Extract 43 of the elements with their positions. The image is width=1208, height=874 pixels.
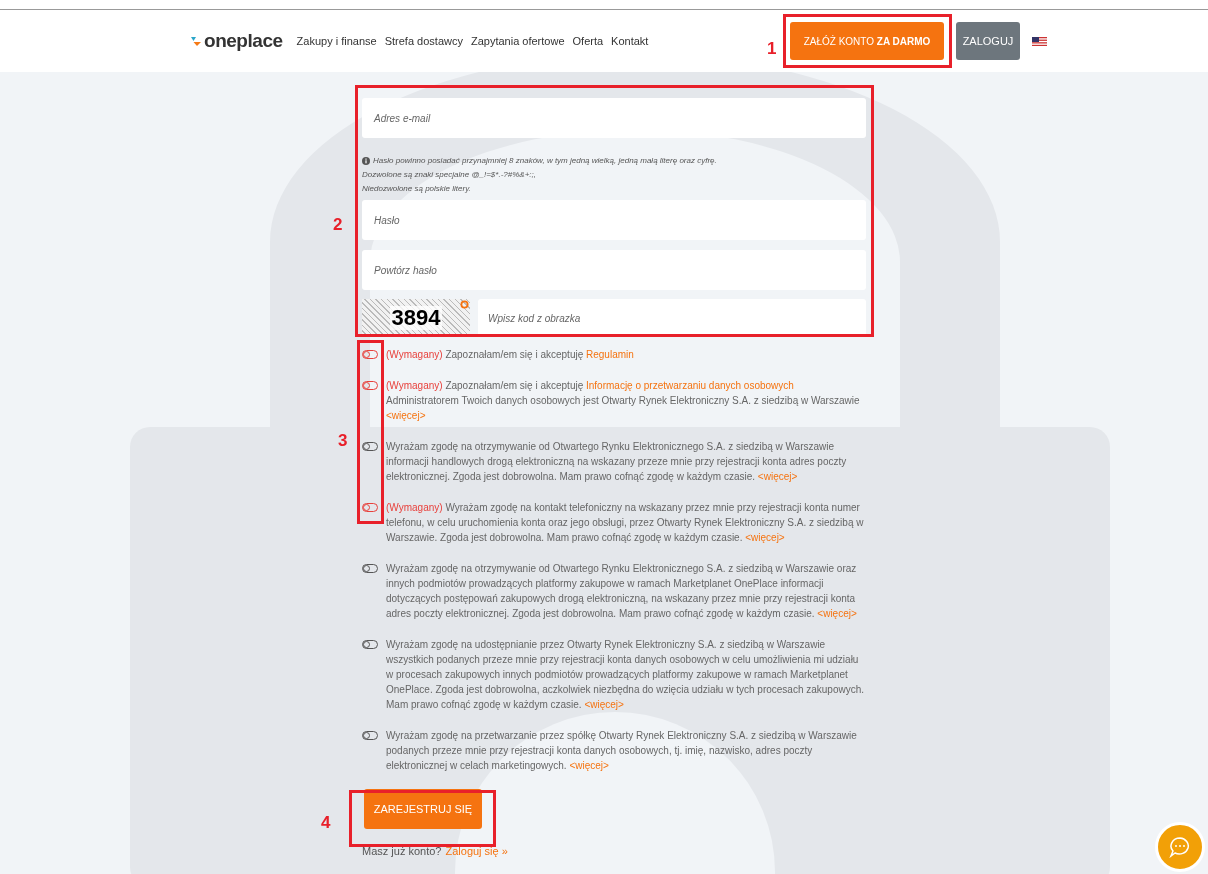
email-field[interactable]: Adres e-mail	[362, 98, 866, 138]
password-hint: Dozwolone są znaki specjalne @_!=$*.-?#%&+:;,	[362, 169, 536, 181]
captcha-field[interactable]: Wpisz kod z obrazka	[478, 299, 866, 337]
consent-text: Wyrażam zgodę na przetwarzanie przez spółkę Otwarty Rynek Elektroniczny S.A. z siedzibą w Warszawie podanych przeze mnie przy rejestracji konta danych osobowych, tj. imię, nazwisko, adres poczty elektronicznej w celach marketingowych. <więcej>	[386, 729, 858, 773]
more-link[interactable]: <więcej>	[584, 699, 624, 710]
account-question: Masz już konto?	[362, 844, 442, 859]
consent-text: (Wymagany) Zapoznałam/em się i akceptuję Informację o przetwarzaniu danych osobowych Administratorem Twoich danych osobowych jest Otwarty Rynek Elektroniczny S.A. z siedzibą w Warszawie <więcej>	[386, 379, 861, 423]
more-link[interactable]: <więcej>	[745, 532, 785, 543]
more-link[interactable]: <więcej>	[386, 410, 426, 421]
password-field[interactable]: Hasło	[362, 200, 866, 240]
consent-text: (Wymagany) Wyrażam zgodę na kontakt telefoniczny na wskazany przez mnie przy rejestracji konta numer telefonu, w celu uruchomienia konta oraz jego obsługi, przez Otwarty Rynek Elektroniczny S.A. z siedzibą w Warszawie. Zgoda jest dobrowolna. Mam prawo cofnąć zgodę w każdym czasie. <więcej>	[386, 501, 865, 545]
signup-button[interactable]: ZAŁÓŻ KONTO ZA DARMO	[790, 22, 944, 60]
annotation-number: 1	[767, 38, 777, 60]
more-link[interactable]: Informację o przetwarzaniu danych osobowych	[586, 380, 794, 391]
annotation-number: 3	[338, 430, 348, 452]
password-hint: Hasło powinno posiadać przynajmniej 8 znaków, w tym jedną wielką, jedną małą literę oraz cyfrę.	[373, 155, 717, 167]
flag-icon[interactable]	[1032, 36, 1047, 46]
login-button[interactable]: ZALOGUJ	[956, 22, 1020, 60]
info-icon	[362, 157, 370, 165]
logo-icon	[190, 35, 202, 47]
chat-icon	[1169, 836, 1191, 858]
more-link[interactable]: <więcej>	[757, 471, 798, 482]
consent-text: (Wymagany) Zapoznałam/em się i akceptuję Regulamin	[386, 348, 634, 362]
repeat-password-field[interactable]: Powtórz hasło	[362, 250, 866, 290]
logo-text[interactable]: oneplace	[204, 26, 283, 56]
nav-link[interactable]: Strefa dostawcy	[384, 32, 463, 50]
more-link[interactable]: Regulamin	[586, 349, 634, 360]
nav-link[interactable]: Oferta	[572, 32, 604, 50]
password-hint: Niedozwolone są polskie litery.	[362, 183, 471, 195]
register-button[interactable]: ZAREJESTRUJ SIĘ	[364, 789, 482, 829]
captcha-image: 3894	[362, 299, 470, 337]
nav-link[interactable]: Zakupy i finanse	[296, 32, 377, 50]
more-link[interactable]: <więcej>	[817, 608, 857, 619]
nav-link[interactable]: Kontakt	[611, 32, 649, 50]
annotation-number: 2	[333, 214, 343, 236]
annotation-number: 4	[321, 812, 331, 834]
nav-link[interactable]: Zapytania ofertowe	[470, 32, 565, 50]
consent-text: Wyrażam zgodę na otrzymywanie od Otwartego Rynku Elektronicznego S.A. z siedzibą w Warszawie informacji handlowych drogą elektroniczną na wskazany przeze mnie przy rejestracji konta adres poczty elektronicznej. Zgoda jest dobrowolna. Mam prawo cofnąć zgodę w każdym czasie. <więcej>	[386, 440, 848, 484]
consent-text: Wyrażam zgodę na otrzymywanie od Otwartego Rynku Elektronicznego S.A. z siedzibą w Warszawie oraz innych podmiotów prowadzących platformy zakupowe w ramach Marketplanet OnePlace informacji dotyczących postępowań zakupowych drogą elektroniczną, na wskazany przez mnie przy rejestracji konta adres poczty elektronicznej. Zgoda jest dobrowolna. Mam prawo cofnąć zgodę w każdym czasie. <więcej>	[386, 562, 858, 621]
refresh-icon[interactable]	[460, 300, 469, 309]
login-link[interactable]: Zaloguj się »	[445, 843, 508, 860]
more-link[interactable]: <więcej>	[569, 760, 609, 771]
consent-text: Wyrażam zgodę na udostępnianie przez Otwarty Rynek Elektroniczny S.A. z siedzibą w Warszawie wszystkich podanych przeze mnie przy rejestracji konta danych osobowych w celu umożliwienia mi udziału w procesach zakupowych innych podmiotów prowadzących platformy zakupowe w ramach Marketplanet OnePlace. Zgoda jest dobrowolna, aczkolwiek niezbędna do wzięcia udziału w tych procesach zakupowych. Mam prawo cofnąć zgodę w każdym czasie. <więcej>	[386, 638, 866, 712]
